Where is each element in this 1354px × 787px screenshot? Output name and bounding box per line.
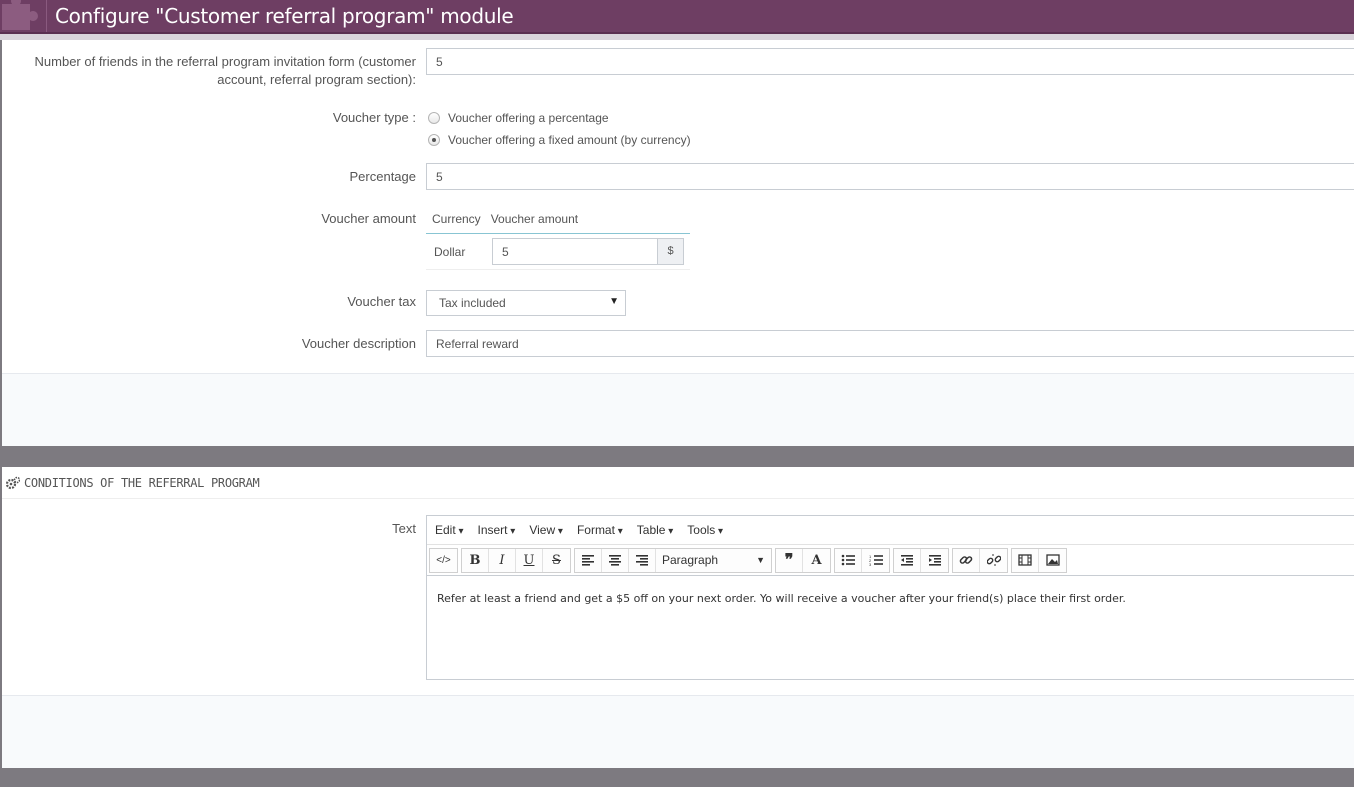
- underline-icon[interactable]: U: [516, 548, 543, 572]
- panel-footer: [2, 373, 1354, 446]
- column-header-amount: Voucher amount: [490, 211, 579, 226]
- percentage-input[interactable]: 5: [426, 163, 1354, 190]
- menu-table[interactable]: Table: [637, 523, 674, 537]
- panel-footer: [2, 695, 1354, 768]
- voucher-description-label: Voucher description: [301, 336, 416, 351]
- voucher-type-fixed-radio[interactable]: Voucher offering a fixed amount (by curr…: [428, 133, 691, 147]
- unlink-icon[interactable]: [980, 548, 1007, 572]
- header-separator: [46, 0, 47, 32]
- indent-icon[interactable]: [921, 548, 948, 572]
- editor-menubar: Edit Insert View Format Table Tools: [427, 516, 1354, 545]
- gears-icon: [6, 476, 20, 489]
- page-title: Configure "Customer referral program" mo…: [55, 4, 514, 28]
- menu-insert[interactable]: Insert: [478, 523, 516, 537]
- friends-count-input[interactable]: 5: [426, 48, 1354, 75]
- blockquote-icon[interactable]: ❞: [776, 548, 803, 572]
- bold-icon[interactable]: B: [462, 548, 489, 572]
- voucher-type-percentage-radio[interactable]: Voucher offering a percentage: [428, 111, 609, 125]
- bullet-list-icon[interactable]: [835, 548, 862, 572]
- column-header-currency: Currency: [432, 211, 481, 226]
- editor-content[interactable]: Refer at least a friend and get a $5 off…: [427, 576, 1354, 621]
- friends-count-label: Number of friends in the referral progra…: [34, 54, 416, 87]
- percentage-label: Percentage: [349, 169, 417, 184]
- format-select[interactable]: Paragraph ▼: [656, 548, 771, 572]
- align-left-icon[interactable]: [575, 548, 602, 572]
- voucher-amount-label: Voucher amount: [321, 211, 416, 226]
- align-center-icon[interactable]: [602, 548, 629, 572]
- align-right-icon[interactable]: [629, 548, 656, 572]
- voucher-description-input[interactable]: Referral reward: [426, 330, 1354, 357]
- radio-button[interactable]: [428, 112, 440, 124]
- panel-heading: CONDITIONS OF THE REFERRAL PROGRAM: [2, 467, 1354, 499]
- outdent-icon[interactable]: [894, 548, 921, 572]
- link-icon[interactable]: [953, 548, 980, 572]
- menu-format[interactable]: Format: [577, 523, 623, 537]
- voucher-tax-label: Voucher tax: [347, 294, 416, 309]
- currency-symbol: $: [658, 238, 684, 265]
- italic-icon[interactable]: I: [489, 548, 516, 572]
- voucher-amount-input[interactable]: 5: [492, 238, 658, 265]
- chevron-down-icon: ▼: [756, 555, 765, 565]
- panel-title: CONDITIONS OF THE REFERRAL PROGRAM: [24, 475, 260, 490]
- table-header: Currency Voucher amount: [426, 204, 690, 234]
- settings-panel: Number of friends in the referral progra…: [2, 40, 1354, 373]
- text-label: Text: [392, 521, 416, 536]
- source-code-icon[interactable]: </>: [430, 548, 457, 572]
- chevron-down-icon: ▼: [609, 296, 619, 307]
- rich-text-editor[interactable]: Edit Insert View Format Table Tools </> …: [426, 515, 1354, 680]
- menu-tools[interactable]: Tools: [687, 523, 723, 537]
- puzzle-icon: [2, 0, 38, 30]
- voucher-amount-table: Currency Voucher amount Dollar 5 $: [426, 204, 690, 270]
- media-icon[interactable]: [1012, 548, 1039, 572]
- voucher-type-label: Voucher type :: [332, 110, 416, 125]
- editor-toolbar: </> B I U S Paragraph ▼ ❞ A 1 2 3: [427, 545, 1354, 576]
- image-icon[interactable]: [1039, 548, 1066, 572]
- strikethrough-icon[interactable]: S: [543, 548, 570, 572]
- radio-button[interactable]: [428, 134, 440, 146]
- svg-text:3: 3: [869, 562, 872, 566]
- table-row: Dollar 5 $: [426, 234, 690, 270]
- numbered-list-icon[interactable]: 123: [862, 548, 889, 572]
- page-header: Configure "Customer referral program" mo…: [0, 0, 1354, 34]
- menu-edit[interactable]: Edit: [435, 523, 464, 537]
- conditions-panel: CONDITIONS OF THE REFERRAL PROGRAM Text …: [2, 467, 1354, 695]
- currency-name: Dollar: [434, 244, 466, 259]
- menu-view[interactable]: View: [529, 523, 563, 537]
- text-color-icon[interactable]: A: [803, 548, 830, 572]
- voucher-tax-select[interactable]: Tax included ▼: [426, 290, 626, 316]
